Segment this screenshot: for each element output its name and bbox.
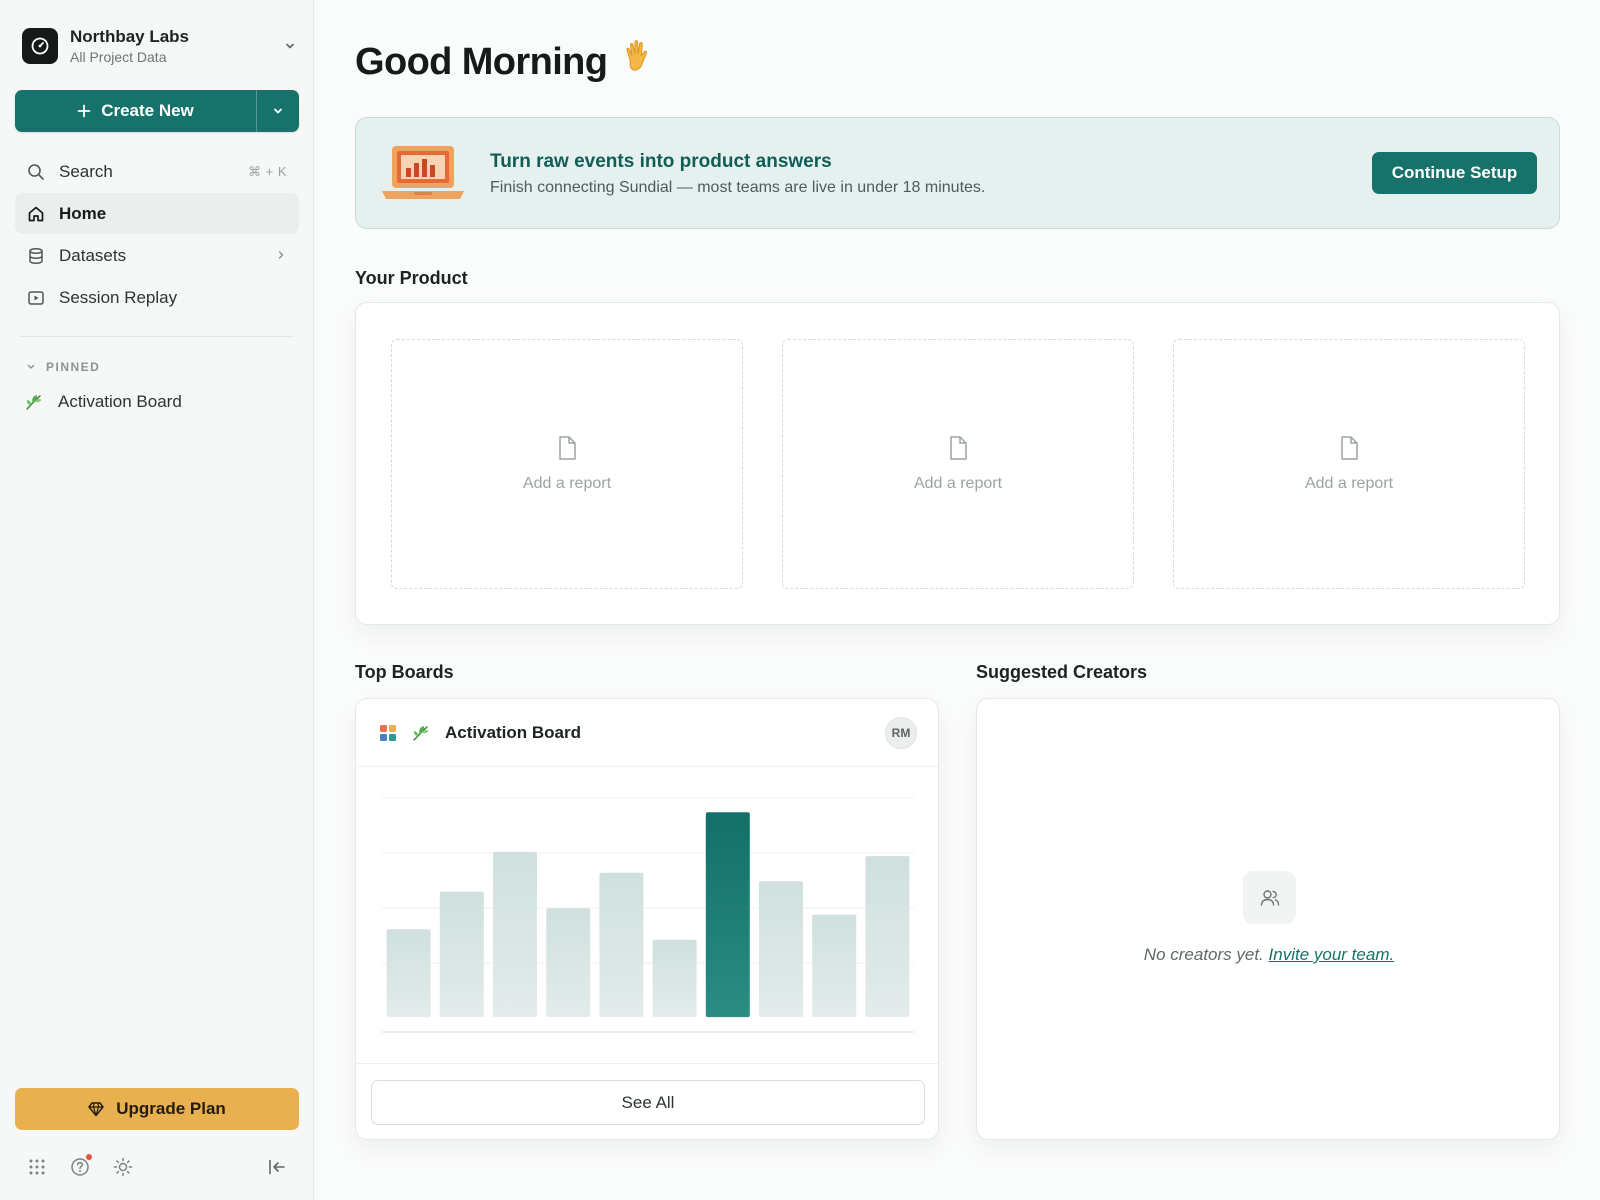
chevron-right-icon — [275, 246, 287, 266]
leaf-icon — [411, 723, 431, 743]
chevron-down-icon[interactable] — [280, 36, 300, 56]
apps-grid-icon[interactable] — [26, 1156, 48, 1178]
chart-bar[interactable] — [652, 939, 697, 1017]
upgrade-plan-label: Upgrade Plan — [116, 1099, 226, 1118]
suggested-creators-heading: Suggested Creators — [976, 662, 1148, 682]
chart-bar[interactable] — [599, 872, 644, 1017]
sidebar-item-datasets[interactable]: Datasets — [15, 235, 299, 276]
pinned-heading: PINNED — [46, 360, 101, 374]
chart-bar[interactable] — [493, 851, 537, 1017]
add-report-label: Add a report — [913, 475, 1003, 492]
database-icon — [26, 246, 46, 266]
dashboard-grid-icon — [379, 724, 397, 742]
waving-hand-icon — [621, 38, 655, 86]
pinned-section-toggle[interactable]: PINNED — [26, 360, 100, 374]
search-button[interactable]: Search ⌘ + K — [15, 151, 299, 192]
banner-subtitle: Finish connecting Sundial — most teams a… — [490, 179, 986, 196]
file-icon — [950, 436, 967, 460]
sidebar-item-label: Session Replay — [59, 287, 178, 307]
chart-bar[interactable] — [386, 929, 431, 1018]
play-square-icon — [26, 288, 46, 308]
top-boards-heading: Top Boards — [355, 662, 454, 682]
empty-state-message: No creators yet. — [1143, 945, 1264, 964]
add-report-slot[interactable]: Add a report — [391, 339, 743, 589]
workspace-logo-icon — [22, 28, 58, 64]
sidebar-item-home[interactable]: Home — [15, 193, 299, 234]
create-options-button[interactable] — [257, 90, 299, 132]
add-report-label: Add a report — [522, 475, 612, 492]
sidebar-divider — [20, 336, 294, 337]
top-board-card: Activation Board RM See All — [355, 698, 939, 1140]
greeting-text: Good Morning — [355, 40, 608, 83]
banner-title: Turn raw events into product answers — [490, 151, 832, 172]
create-new-button[interactable]: Create New — [15, 90, 256, 132]
sidebar-item-session-replay[interactable]: Session Replay — [15, 277, 299, 318]
avatar[interactable]: RM — [885, 716, 917, 749]
chart-bar[interactable] — [812, 914, 857, 1017]
help-icon[interactable] — [69, 1154, 92, 1178]
collapse-sidebar-icon[interactable] — [266, 1156, 288, 1178]
chart-bar[interactable] — [865, 856, 910, 1017]
workspace-name: Northbay Labs — [70, 26, 190, 46]
see-all-button[interactable]: See All — [371, 1080, 925, 1125]
continue-setup-button[interactable]: Continue Setup — [1372, 152, 1537, 194]
gem-icon — [88, 1102, 104, 1117]
board-chart — [356, 768, 938, 1062]
chevron-down-icon — [27, 364, 35, 369]
create-new-label: Create New — [101, 101, 194, 120]
invite-team-link[interactable]: Invite your team. — [1269, 945, 1395, 964]
chart-bar[interactable] — [759, 881, 803, 1017]
bar-chart — [382, 797, 914, 1033]
chart-bar-highlighted[interactable] — [705, 812, 750, 1018]
board-title: Activation Board — [445, 722, 582, 742]
users-icon — [1243, 871, 1296, 924]
chart-bar[interactable] — [546, 908, 591, 1017]
workspace-subtitle: All Project Data — [70, 48, 167, 65]
chart-bar[interactable] — [439, 891, 484, 1017]
laptop-chart-icon — [380, 144, 466, 207]
page-title: Good Morning — [355, 38, 655, 86]
search-label: Search — [59, 161, 113, 181]
home-icon — [26, 204, 46, 224]
create-new-split-button: Create New — [15, 90, 299, 132]
sidebar-nav: Search ⌘ + K Home Datasets Session Repla… — [15, 151, 299, 319]
board-footer: See All — [356, 1063, 938, 1139]
file-icon — [1341, 436, 1358, 460]
pinned-item-label: Activation Board — [58, 392, 182, 411]
workspace-switcher[interactable]: Northbay Labs All Project Data — [22, 26, 300, 66]
empty-state-text: No creators yet. Invite your team. — [977, 945, 1561, 965]
upgrade-plan-button[interactable]: Upgrade Plan — [15, 1088, 299, 1130]
sidebar-item-label: Datasets — [59, 245, 127, 265]
sidebar-item-label: Home — [59, 203, 107, 223]
setup-banner: Turn raw events into product answers Fin… — [355, 117, 1560, 229]
notification-dot — [86, 1154, 92, 1160]
sidebar-footer — [26, 1154, 288, 1178]
your-product-heading: Your Product — [355, 268, 468, 288]
pinned-item-activation-board[interactable]: Activation Board — [24, 389, 182, 415]
file-icon — [559, 436, 576, 460]
sidebar: Northbay Labs All Project Data Create Ne… — [0, 0, 314, 1200]
add-report-label: Add a report — [1304, 475, 1394, 492]
leaf-icon — [24, 392, 44, 412]
chevron-down-icon — [274, 108, 282, 114]
your-product-card: Add a report Add a report Add a report — [355, 302, 1560, 625]
theme-sun-icon[interactable] — [112, 1156, 134, 1178]
add-report-slot[interactable]: Add a report — [1173, 339, 1525, 589]
suggested-creators-card: No creators yet. Invite your team. — [976, 698, 1560, 1140]
add-report-slot[interactable]: Add a report — [782, 339, 1134, 589]
search-icon — [26, 162, 46, 182]
plus-icon — [77, 104, 91, 118]
search-shortcut: ⌘ + K — [248, 163, 287, 179]
board-header[interactable]: Activation Board RM — [356, 699, 938, 767]
